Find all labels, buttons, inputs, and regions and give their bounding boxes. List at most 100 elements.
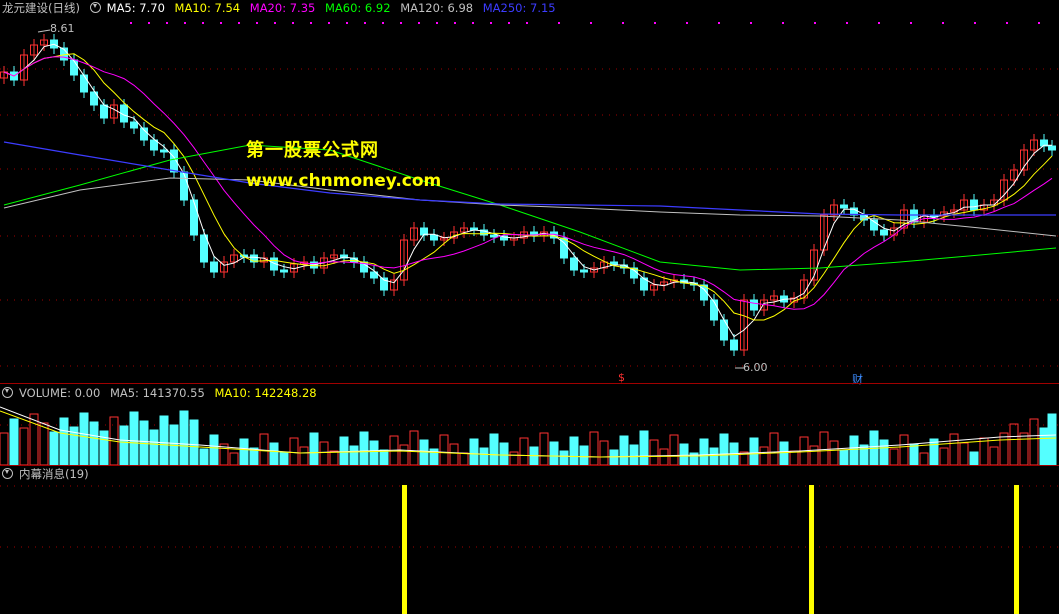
volume-bar (209, 434, 219, 465)
volume-bar (409, 430, 419, 465)
candle-body (80, 74, 88, 93)
event-dot (400, 22, 402, 24)
event-dot (436, 22, 438, 24)
volume-bar (279, 451, 289, 465)
volume-bar (699, 438, 709, 465)
dropdown-icon[interactable] (89, 2, 101, 13)
ma120-value: MA120: 6.98 (400, 1, 474, 15)
ma20-value: MA20: 7.35 (249, 1, 316, 15)
volume-bar (939, 447, 949, 465)
ma5-value: MA5: 7.70 (106, 1, 165, 15)
signal-bar (402, 485, 407, 614)
volume-bar (149, 429, 159, 465)
volume-bar (839, 449, 849, 465)
volume-bar (439, 434, 449, 465)
candle-body (190, 199, 198, 236)
volume-bar (189, 419, 199, 465)
volume-bar (459, 452, 469, 465)
volume-bar (589, 431, 599, 465)
high-price-label: 8.61 (50, 22, 75, 35)
high-pointer (37, 29, 51, 33)
price-chart[interactable] (0, 0, 1059, 383)
volume-bar (469, 438, 479, 465)
volume-bar (449, 443, 459, 465)
event-dot (274, 22, 276, 24)
candle-body (970, 199, 978, 211)
watermark-title: 第一股票公式网 (246, 140, 379, 161)
volume-bar (299, 446, 309, 465)
signal-bar (1014, 485, 1019, 614)
volume-bar (179, 410, 189, 465)
indicator-title: 内幕消息(19) (19, 467, 89, 481)
event-dot (782, 22, 784, 24)
volume-bar (969, 451, 979, 465)
event-dot (328, 22, 330, 24)
volume-bar (289, 437, 299, 465)
volume-bar (129, 411, 139, 465)
event-dot (292, 22, 294, 24)
event-dot (364, 22, 366, 24)
event-dot (910, 22, 912, 24)
volume-bar (919, 452, 929, 465)
volume-bar (539, 432, 549, 465)
volume-bar (239, 438, 249, 465)
volume-bar (819, 431, 829, 465)
ma20-line (3, 56, 1053, 310)
ma250-line (3, 141, 1056, 216)
event-dot (686, 22, 688, 24)
event-dot (166, 22, 168, 24)
dropdown-icon[interactable] (2, 468, 13, 479)
event-dot (220, 22, 222, 24)
volume-bar (0, 432, 9, 465)
volume-bar (659, 448, 669, 465)
volume-bar (999, 432, 1009, 465)
volume-panel[interactable]: VOLUME: 0.00 MA5: 141370.55 MA10: 142248… (0, 385, 1059, 465)
candle-body (180, 171, 188, 201)
volume-bar (989, 446, 999, 465)
event-dot (942, 22, 944, 24)
volume-bar (629, 444, 639, 465)
event-dot (310, 22, 312, 24)
signal-bar (809, 485, 814, 614)
candle-body (730, 339, 738, 351)
event-dot (418, 22, 420, 24)
price-chart-panel[interactable]: 龙元建设(日线) MA5: 7.70 MA10: 7.54 MA20: 7.35… (0, 0, 1059, 386)
volume-bar (309, 432, 319, 465)
event-dot (184, 22, 186, 24)
event-dot (202, 22, 204, 24)
event-dot (454, 22, 456, 24)
ma10-value: MA10: 7.54 (174, 1, 241, 15)
volume-bar (599, 440, 609, 465)
indicator-chart[interactable] (0, 466, 1059, 614)
volume-bar (1009, 423, 1019, 465)
candle-body (580, 269, 588, 273)
event-dot (382, 22, 384, 24)
volume-bar (549, 441, 559, 465)
volume-bar (9, 418, 19, 465)
volume-bar (829, 440, 839, 465)
event-dot (974, 22, 976, 24)
volume-bar (559, 450, 569, 465)
price-header: 龙元建设(日线) MA5: 7.70 MA10: 7.54 MA20: 7.35… (2, 1, 562, 15)
event-dot (130, 22, 132, 24)
event-dot (718, 22, 720, 24)
volume-ma10: MA10: 142248.28 (214, 386, 317, 400)
event-dot (526, 22, 528, 24)
candle-body (130, 121, 138, 129)
volume-bar (1019, 432, 1029, 465)
candle-body (210, 261, 218, 273)
volume-bar (349, 445, 359, 465)
indicator-panel[interactable]: 内幕消息(19) (0, 466, 1059, 614)
indicator-header: 内幕消息(19) (2, 467, 95, 481)
candle-body (570, 257, 578, 271)
volume-bar (499, 442, 509, 465)
volume-bar (359, 431, 369, 465)
panel-divider[interactable] (0, 383, 1059, 384)
volume-bar (889, 448, 899, 465)
volume-bar (679, 443, 689, 465)
event-dot (654, 22, 656, 24)
volume-bar (49, 431, 59, 465)
candle-body (720, 319, 728, 341)
dropdown-icon[interactable] (2, 387, 13, 398)
event-dot (256, 22, 258, 24)
